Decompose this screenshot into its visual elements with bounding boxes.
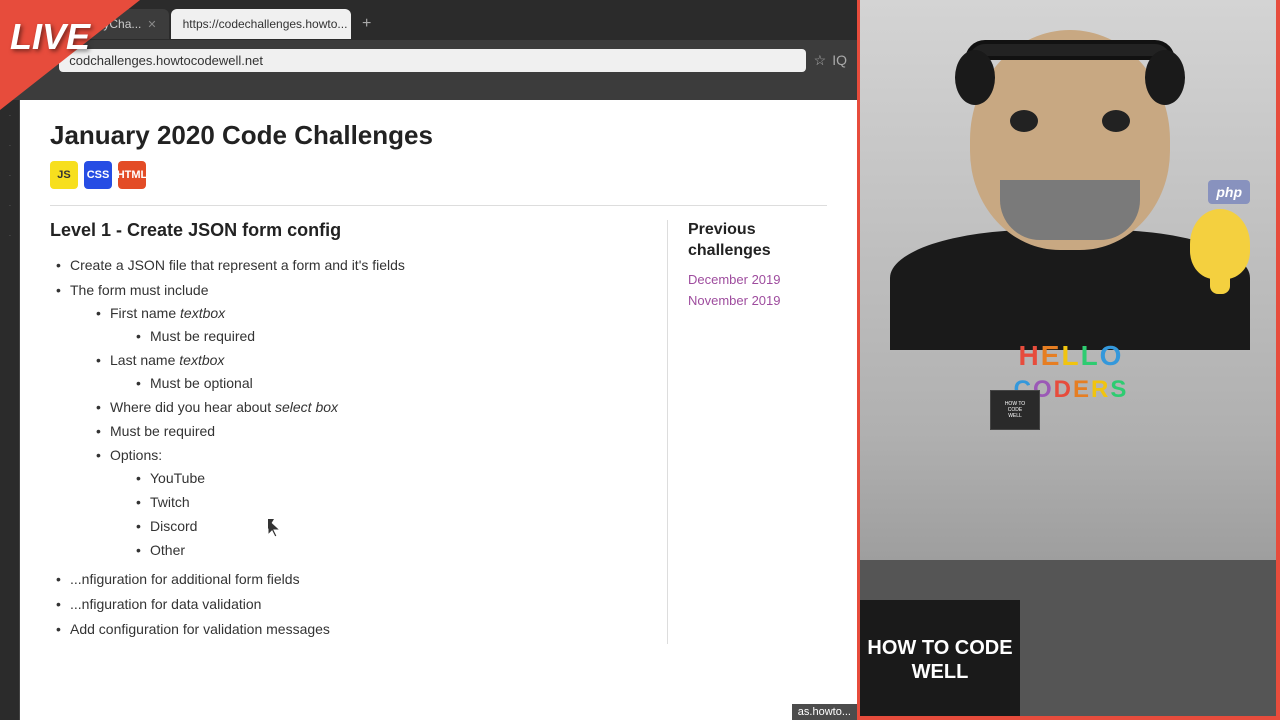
option-twitch: Twitch [130, 492, 667, 513]
browser-side: ryrianad/JanuaryCha... ✕ https://codecha… [0, 0, 860, 720]
sub-sub-required: Must be required [130, 326, 667, 347]
level-title: Level 1 - Create JSON form config [50, 220, 667, 241]
sub-list-1: First name textbox Must be required Last… [90, 303, 667, 561]
headphones [955, 40, 1185, 170]
person-bg: H E L L O C O D E R S HOW TOCODEWELL [860, 0, 1280, 720]
list-item-1-text: Create a JSON file that represent a form… [70, 257, 405, 273]
eye-left [1010, 110, 1038, 132]
tech-icons: JS CSS HTML [50, 161, 827, 189]
beard [1000, 180, 1140, 240]
sub-sub-optional: Must be optional [130, 373, 667, 394]
eye-right [1102, 110, 1130, 132]
php-mascots: php [1190, 180, 1250, 279]
c4: E [1073, 376, 1089, 404]
browser-chrome: ryrianad/JanuaryCha... ✕ https://codecha… [0, 0, 857, 100]
shirt-text: H E L L O C O D E R S [920, 340, 1220, 404]
htcw-shirt-badge: HOW TOCODEWELL [990, 390, 1040, 430]
option-other: Other [130, 540, 667, 561]
browser-tab-2[interactable]: https://codechallenges.howto... ✕ [171, 9, 351, 39]
hello-l2: L [1081, 340, 1098, 372]
sub-item-firstname: First name textbox Must be required [90, 303, 667, 347]
address-icons: ☆ IQ [814, 52, 847, 69]
bottom-item-1: ...nfiguration for additional form field… [50, 569, 667, 590]
new-tab-button[interactable]: + [353, 10, 381, 38]
sub-item-lastname: Last name textbox Must be optional [90, 350, 667, 394]
url-bottom-hint: as.howto... [792, 704, 857, 720]
sub-sub-lastname: Must be optional [130, 373, 667, 394]
coders-word: C O D E R S [920, 376, 1220, 404]
list-item-2: The form must include First name textbox… [50, 280, 667, 561]
red-border-right [1276, 0, 1280, 720]
sidebar-dot-3: · [0, 160, 20, 190]
tab-1-close[interactable]: ✕ [147, 18, 156, 31]
dec-2019-link[interactable]: December 2019 [688, 272, 827, 287]
page-title: January 2020 Code Challenges [50, 120, 827, 151]
prev-challenges-sidebar: Previous challenges December 2019 Novemb… [667, 220, 827, 644]
elephant-shape [1190, 209, 1250, 279]
headphone-band [965, 40, 1175, 60]
sub-sub-firstname: Must be required [130, 326, 667, 347]
main-list: Create a JSON file that represent a form… [50, 255, 667, 561]
sub-item-hear: Where did you hear about select box [90, 397, 667, 418]
person-side: H E L L O C O D E R S HOW TOCODEWELL [860, 0, 1280, 720]
c5: R [1091, 376, 1108, 404]
hello-l1: L [1061, 340, 1078, 372]
sub-item-options: Options: YouTube Twitch Discord Other [90, 445, 667, 561]
option-youtube: YouTube [130, 468, 667, 489]
prev-challenges-title: Previous challenges [688, 220, 827, 262]
htcw-badge-text: HOW TO CODE WELL [860, 636, 1020, 684]
bottom-item-2: ...nfiguration for data validation [50, 594, 667, 615]
headphone-right [1145, 50, 1185, 105]
list-item-2-text: The form must include [70, 282, 209, 298]
php-text-badge: php [1208, 180, 1250, 204]
address-bar: ◀ ▶ ↻ codchallenges.howtocodewell.net ☆ … [0, 40, 857, 80]
htcw-badge: HOW TO CODE WELL [860, 600, 1020, 720]
screen-container: LIVE ryrianad/JanuaryCha... ✕ https://co… [0, 0, 1280, 720]
bottom-list: ...nfiguration for additional form field… [50, 569, 667, 640]
c6: S [1110, 376, 1126, 404]
divider [50, 205, 827, 206]
sidebar-dot-5: · [0, 220, 20, 250]
html-icon: HTML [118, 161, 146, 189]
hello-e: E [1041, 340, 1060, 372]
address-input[interactable]: codchallenges.howtocodewell.net [59, 49, 805, 72]
red-border-bottom [860, 716, 1280, 720]
sidebar-strip: · · · · · [0, 100, 20, 720]
option-discord: Discord [130, 516, 667, 537]
main-content: Level 1 - Create JSON form config Create… [50, 220, 667, 644]
hello-h: H [1019, 340, 1039, 372]
nov-2019-link[interactable]: November 2019 [688, 293, 827, 308]
sidebar-dot-2: · [0, 130, 20, 160]
bookmark-icon[interactable]: ☆ [814, 52, 827, 69]
bottom-item-3: Add configuration for validation message… [50, 619, 667, 640]
webpage-content: January 2020 Code Challenges JS CSS HTML… [20, 100, 857, 720]
sub-item-required: Must be required [90, 421, 667, 442]
live-text: LIVE [10, 16, 90, 58]
extension-icon[interactable]: IQ [832, 52, 847, 69]
js-icon: JS [50, 161, 78, 189]
headphone-left [955, 50, 995, 105]
options-list: YouTube Twitch Discord Other [130, 468, 667, 561]
list-item-1: Create a JSON file that represent a form… [50, 255, 667, 276]
content-layout: Level 1 - Create JSON form config Create… [50, 220, 827, 644]
tab-2-label: https://codechallenges.howto... [183, 17, 348, 31]
c3: D [1054, 376, 1071, 404]
hello-o: O [1100, 340, 1122, 372]
sidebar-dot-4: · [0, 190, 20, 220]
hello-word: H E L L O [920, 340, 1220, 372]
htcw-shirt-text: HOW TOCODEWELL [1005, 401, 1025, 419]
eyes [1010, 110, 1130, 132]
address-text: codchallenges.howtocodewell.net [69, 53, 263, 68]
css-icon: CSS [84, 161, 112, 189]
